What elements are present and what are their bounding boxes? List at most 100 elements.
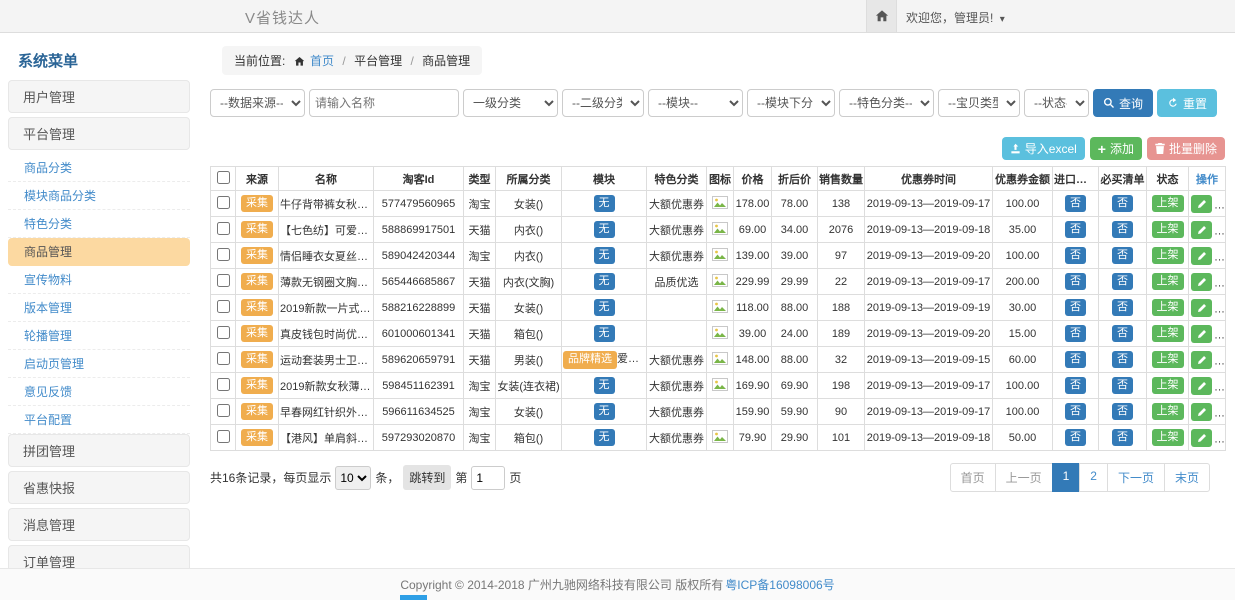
status-badge[interactable]: 上架 — [1152, 403, 1184, 420]
select-all-checkbox[interactable] — [217, 171, 230, 184]
import-select-badge[interactable]: 否 — [1065, 377, 1086, 394]
must-buy-badge[interactable]: 否 — [1112, 247, 1133, 264]
sidebar-item-groupbuy[interactable]: 拼团管理 — [8, 434, 190, 467]
edit-button[interactable] — [1191, 273, 1212, 291]
import-select-badge[interactable]: 否 — [1065, 429, 1086, 446]
edit-button[interactable] — [1191, 221, 1212, 239]
must-buy-badge[interactable]: 否 — [1112, 325, 1133, 342]
level1-category-filter[interactable]: 一级分类 — [463, 89, 558, 117]
edit-button[interactable] — [1191, 429, 1212, 447]
module-sub-filter[interactable]: --模块下分类-- — [747, 89, 835, 117]
search-button[interactable]: 查询 — [1093, 89, 1153, 117]
edit-icon — [1197, 225, 1207, 235]
must-buy-badge[interactable]: 否 — [1112, 195, 1133, 212]
must-buy-badge[interactable]: 否 — [1112, 403, 1133, 420]
page-button-末页[interactable]: 末页 — [1164, 463, 1210, 492]
row-checkbox[interactable] — [217, 248, 230, 261]
edit-button[interactable] — [1191, 377, 1212, 395]
import-select-badge[interactable]: 否 — [1065, 403, 1086, 420]
row-checkbox[interactable] — [217, 430, 230, 443]
sidebar-item-promo-materials[interactable]: 宣传物料 — [8, 266, 190, 294]
add-button[interactable]: + 添加 — [1090, 137, 1142, 160]
reset-button[interactable]: 重置 — [1157, 89, 1217, 117]
sidebar-item-messages[interactable]: 消息管理 — [8, 508, 190, 541]
module-filter[interactable]: --模块-- — [648, 89, 743, 117]
batch-delete-button[interactable]: 批量删除 — [1147, 137, 1225, 160]
breadcrumb-home-link[interactable]: 首页 — [310, 54, 334, 68]
status-badge[interactable]: 上架 — [1152, 195, 1184, 212]
sidebar-item-platform[interactable]: 平台管理 — [8, 117, 190, 150]
sidebar-item-platform-config[interactable]: 平台配置 — [8, 406, 190, 434]
edit-button[interactable] — [1191, 403, 1212, 421]
home-button[interactable] — [866, 0, 897, 32]
status-badge[interactable]: 上架 — [1152, 247, 1184, 264]
sidebar-item-splash[interactable]: 启动页管理 — [8, 350, 190, 378]
edit-button[interactable] — [1191, 195, 1212, 213]
user-menu[interactable]: 欢迎您，管理员! ▾ — [906, 9, 1005, 26]
edit-button[interactable] — [1191, 325, 1212, 343]
row-checkbox[interactable] — [217, 196, 230, 209]
import-select-badge[interactable]: 否 — [1065, 221, 1086, 238]
row-checkbox[interactable] — [217, 300, 230, 313]
must-buy-badge[interactable]: 否 — [1112, 299, 1133, 316]
jump-page-input[interactable] — [471, 466, 505, 490]
status-badge[interactable]: 上架 — [1152, 299, 1184, 316]
icp-link[interactable]: 粤ICP备16098006号 — [725, 576, 834, 593]
page-size-select[interactable]: 10 — [335, 466, 371, 490]
must-buy-badge[interactable]: 否 — [1112, 273, 1133, 290]
sidebar-item-express-news[interactable]: 省惠快报 — [8, 471, 190, 504]
import-select-badge[interactable]: 否 — [1065, 351, 1086, 368]
must-buy-badge[interactable]: 否 — [1112, 429, 1133, 446]
sidebar-item-carousel[interactable]: 轮播管理 — [8, 322, 190, 350]
status-badge[interactable]: 上架 — [1152, 377, 1184, 394]
row-checkbox[interactable] — [217, 274, 230, 287]
taoke-id-cell: 589620659791 — [374, 347, 464, 373]
page-button-首页[interactable]: 首页 — [950, 463, 996, 492]
sidebar-item-goods-admin[interactable]: 商品管理 — [8, 238, 190, 266]
status-badge[interactable]: 上架 — [1152, 351, 1184, 368]
edit-button[interactable] — [1191, 351, 1212, 369]
row-checkbox[interactable] — [217, 352, 230, 365]
row-checkbox[interactable] — [217, 222, 230, 235]
sidebar-item-version[interactable]: 版本管理 — [8, 294, 190, 322]
source-cell: 采集 — [236, 295, 279, 321]
import-excel-button[interactable]: 导入excel — [1002, 137, 1085, 160]
status-badge[interactable]: 上架 — [1152, 325, 1184, 342]
feature-category-filter[interactable]: --特色分类-- — [839, 89, 934, 117]
import-select-badge[interactable]: 否 — [1065, 247, 1086, 264]
page-button-下一页[interactable]: 下一页 — [1107, 463, 1165, 492]
status-badge[interactable]: 上架 — [1152, 429, 1184, 446]
item-type-filter[interactable]: --宝贝类型-- — [938, 89, 1020, 117]
page-button-1[interactable]: 1 — [1052, 463, 1081, 492]
must-buy-badge[interactable]: 否 — [1112, 377, 1133, 394]
must-buy-badge[interactable]: 否 — [1112, 221, 1133, 238]
must-buy-badge[interactable]: 否 — [1112, 351, 1133, 368]
sidebar-item-goods-category[interactable]: 商品分类 — [8, 154, 190, 182]
row-checkbox[interactable] — [217, 404, 230, 417]
page-button-上一页[interactable]: 上一页 — [995, 463, 1053, 492]
status-badge[interactable]: 上架 — [1152, 221, 1184, 238]
checkbox-cell — [211, 347, 236, 373]
name-input[interactable] — [309, 89, 459, 117]
edit-button[interactable] — [1191, 299, 1212, 317]
data-source-filter[interactable]: --数据来源-- — [210, 89, 305, 117]
sidebar-menu: 用户管理平台管理商品分类模块商品分类特色分类商品管理宣传物料版本管理轮播管理启动… — [8, 80, 190, 600]
jump-button[interactable]: 跳转到 — [403, 465, 451, 490]
name-cell: 运动套装男士卫衣初秋... — [279, 347, 374, 373]
sidebar-item-users[interactable]: 用户管理 — [8, 80, 190, 113]
import-select-badge[interactable]: 否 — [1065, 195, 1086, 212]
import-select-badge[interactable]: 否 — [1065, 299, 1086, 316]
sidebar-item-feature-category[interactable]: 特色分类 — [8, 210, 190, 238]
import-select-badge[interactable]: 否 — [1065, 325, 1086, 342]
status-filter[interactable]: --状态-- — [1024, 89, 1089, 117]
level2-category-filter[interactable]: --二级分类-- — [562, 89, 644, 117]
status-badge[interactable]: 上架 — [1152, 273, 1184, 290]
row-checkbox[interactable] — [217, 326, 230, 339]
import-select-badge[interactable]: 否 — [1065, 273, 1086, 290]
page-button-2[interactable]: 2 — [1079, 463, 1108, 492]
sidebar-item-feedback[interactable]: 意见反馈 — [8, 378, 190, 406]
row-checkbox[interactable] — [217, 378, 230, 391]
edit-button[interactable] — [1191, 247, 1212, 265]
operations-cell — [1189, 191, 1226, 217]
sidebar-item-module-goods-category[interactable]: 模块商品分类 — [8, 182, 190, 210]
